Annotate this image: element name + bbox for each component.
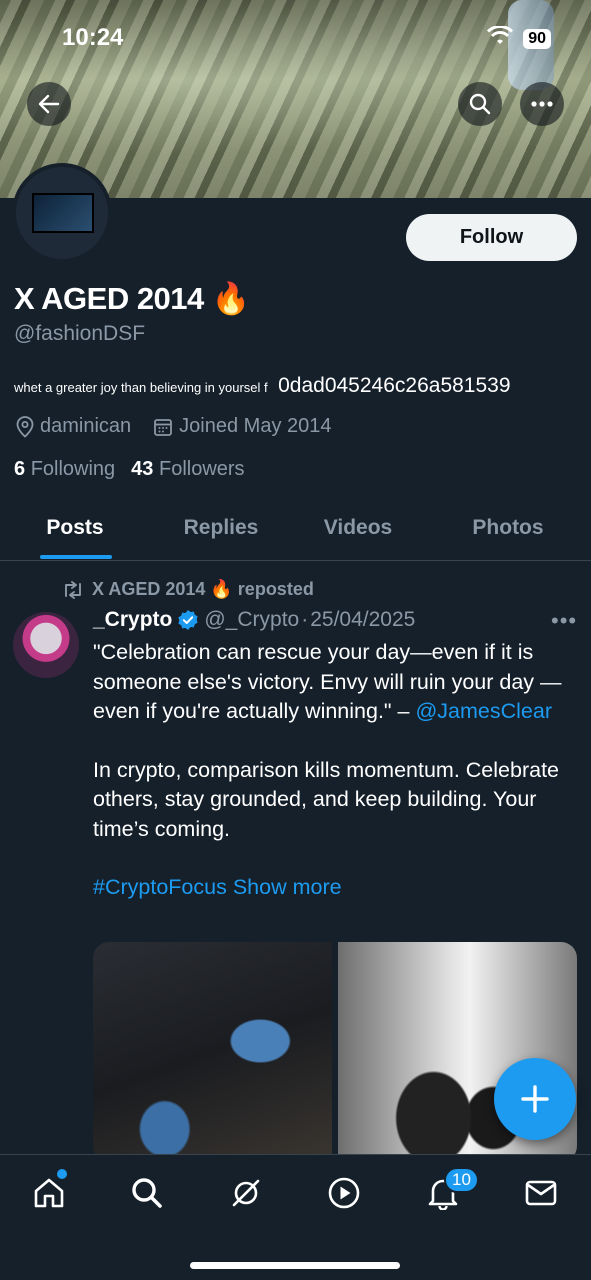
post-image-laptops[interactable] [93,942,332,1162]
more-options-button[interactable] [520,82,564,126]
nav-home[interactable] [29,1173,69,1213]
profile-name-text: X AGED 2014 [14,281,204,316]
profile-handle: @fashionDSF [14,322,146,345]
nav-grok[interactable] [226,1173,266,1213]
followers-link[interactable]: 43 Followers [131,458,244,481]
status-time: 10:24 [62,24,124,51]
profile-avatar[interactable] [12,163,112,263]
home-icon [34,1178,64,1208]
tab-videos[interactable]: Videos [296,495,420,561]
following-link[interactable]: 6 Following [14,458,115,481]
avatar-laptop-screen [32,193,94,233]
post-author-handle[interactable]: @_Crypto [204,608,299,632]
bio-code: 0dad045246c26a581539 [278,374,511,397]
plus-icon [521,1085,549,1113]
search-profile-button[interactable] [458,82,502,126]
follow-stats: 6 Following 43 Followers [14,458,245,481]
tab-replies[interactable]: Replies [158,495,284,561]
followers-count: 43 [131,458,154,480]
home-indicator [190,1262,400,1269]
joined-item: Joined May 2014 [153,415,332,438]
nav-video[interactable] [324,1173,364,1213]
post-header: _Crypto @_Crypto · 25/04/2025 [93,608,415,632]
video-play-icon [328,1177,360,1209]
post-text: "Celebration can rescue your day—even if… [93,638,573,903]
hashtag-link[interactable]: #CryptoFocus [93,875,227,899]
fire-emoji: 🔥 [211,281,251,316]
repost-indicator[interactable]: X AGED 2014 🔥 reposted [62,579,314,600]
mention-link[interactable]: @JamesClear [415,699,552,723]
more-dots-icon [531,101,553,107]
profile-bio: whet a greater joy than believing in you… [14,374,511,398]
search-icon [132,1178,162,1208]
post-author-avatar[interactable] [13,612,79,678]
back-button[interactable] [27,82,71,126]
profile-name: X AGED 2014 🔥 [14,280,251,317]
compose-post-button[interactable] [494,1058,576,1140]
post-date[interactable]: 25/04/2025 [310,608,415,632]
post-quote-paragraph: "Celebration can rescue your day—even if… [93,638,573,727]
active-tab-indicator [40,555,112,559]
post-author-name[interactable]: _Crypto [93,608,172,632]
calendar-icon [154,418,173,436]
location-pin-icon [16,415,34,438]
battery-indicator: 90 [523,28,551,49]
home-notification-dot [57,1169,67,1179]
post-separator: · [301,608,309,631]
nav-search[interactable] [127,1173,167,1213]
post-body: In crypto, comparison kills momentum. Ce… [93,757,560,841]
joined-text: Joined May 2014 [179,415,332,437]
bio-text: whet a greater joy than believing in you… [14,380,268,395]
repost-label: X AGED 2014 🔥 reposted [92,579,314,599]
notification-count-badge: 10 [444,1167,479,1193]
grok-icon [232,1179,260,1207]
tab-photos[interactable]: Photos [446,495,570,561]
profile-meta: daminican Joined May 2014 [16,415,354,438]
repost-icon [65,580,81,599]
post-hashtag-line: #CryptoFocus Show more [93,873,573,903]
mail-icon [525,1180,557,1206]
wifi-icon [487,25,514,51]
verified-badge-icon [177,609,199,631]
followers-label: Followers [158,458,245,480]
follow-button[interactable]: Follow [406,214,577,261]
back-arrow-icon [38,94,60,114]
status-icons: 90 [487,25,551,51]
following-label: Following [30,458,116,480]
nav-messages[interactable] [521,1173,561,1213]
following-count: 6 [14,458,26,480]
profile-tabs: Posts Replies Videos Photos [0,495,591,561]
search-icon [469,93,491,115]
tab-posts[interactable]: Posts [10,495,140,561]
location-item: daminican [16,415,131,438]
post-more-button[interactable]: ••• [551,608,577,634]
show-more-link[interactable]: Show more [233,875,342,899]
post-media [93,942,577,1162]
location-text: daminican [40,415,132,437]
